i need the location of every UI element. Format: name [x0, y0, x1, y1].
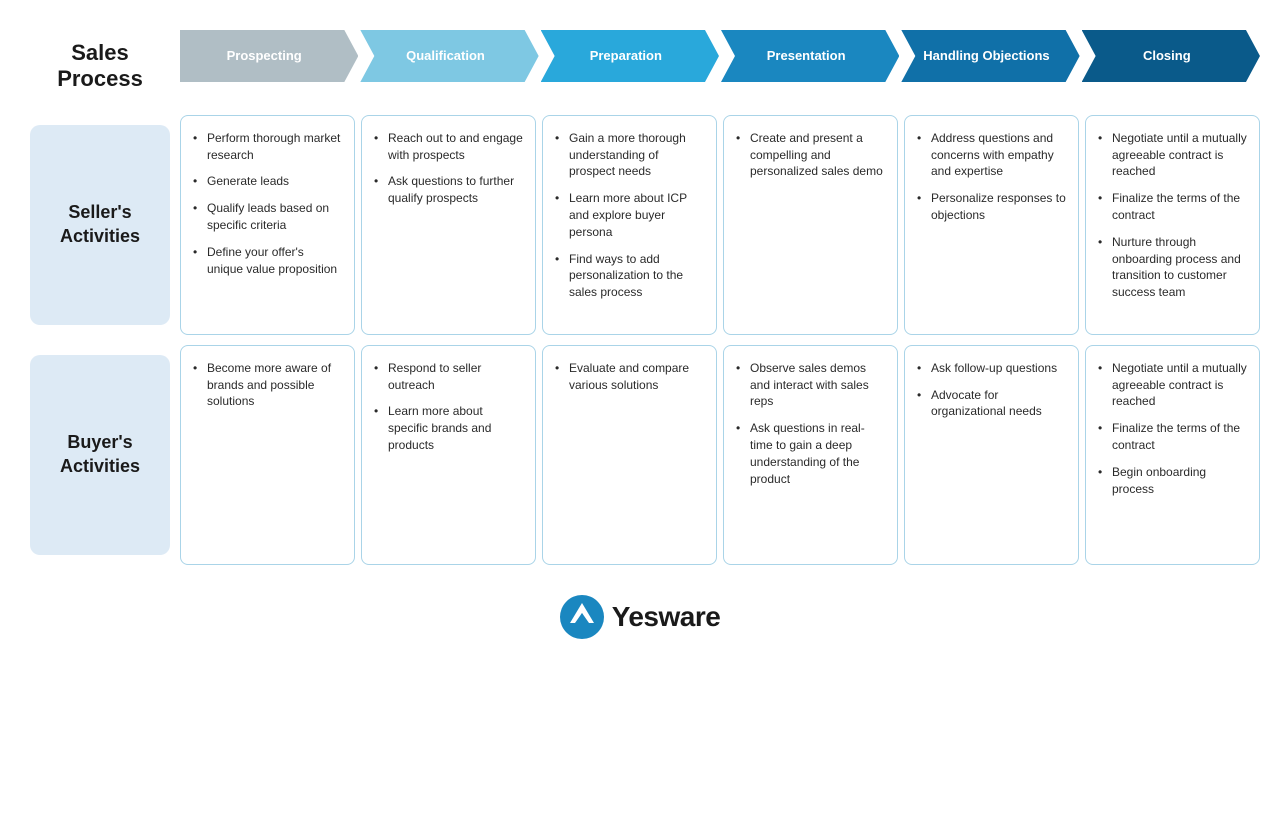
arrow-label-preparation: Preparation — [580, 48, 680, 64]
sellers-cell-closing: Negotiate until a mutually agreeable con… — [1085, 115, 1260, 335]
buyers-cell-prospecting: Become more aware of brands and possible… — [180, 345, 355, 565]
list-item: Define your offer's unique value proposi… — [193, 244, 342, 278]
list-item: Learn more about ICP and explore buyer p… — [555, 190, 704, 240]
list-item: Negotiate until a mutually agreeable con… — [1098, 130, 1247, 180]
sellers-row: Seller's Activities Perform thorough mar… — [20, 115, 1260, 335]
list-item: Advocate for organizational needs — [917, 387, 1066, 421]
sellers-list-closing: Negotiate until a mutually agreeable con… — [1098, 130, 1247, 301]
list-item: Ask questions in real-time to gain a dee… — [736, 420, 885, 487]
buyers-cell-closing: Negotiate until a mutually agreeable con… — [1085, 345, 1260, 565]
sales-process-label: Sales Process — [20, 30, 180, 103]
arrow-label-handling: Handling Objections — [913, 48, 1067, 64]
list-item: Generate leads — [193, 173, 342, 190]
list-item: Finalize the terms of the contract — [1098, 420, 1247, 454]
sellers-label-box: Seller's Activities — [30, 125, 170, 325]
sellers-cell-handling: Address questions and concerns with empa… — [904, 115, 1079, 335]
list-item: Perform thorough market research — [193, 130, 342, 164]
buyers-label-box: Buyer's Activities — [30, 355, 170, 555]
main-container: Sales Process Prospecting Qualification … — [20, 30, 1260, 639]
list-item: Personalize responses to objections — [917, 190, 1066, 224]
list-item: Become more aware of brands and possible… — [193, 360, 342, 410]
sellers-list-qualification: Reach out to and engage with prospects A… — [374, 130, 523, 207]
arrow-prospecting: Prospecting — [180, 30, 358, 82]
buyers-list-preparation: Evaluate and compare various solutions — [555, 360, 704, 394]
buyers-cell-preparation: Evaluate and compare various solutions — [542, 345, 717, 565]
list-item: Respond to seller outreach — [374, 360, 523, 394]
list-item: Ask questions to further qualify prospec… — [374, 173, 523, 207]
arrow-closing: Closing — [1082, 30, 1260, 82]
list-item: Create and present a compelling and pers… — [736, 130, 885, 180]
list-item: Observe sales demos and interact with sa… — [736, 360, 885, 410]
buyers-row: Buyer's Activities Become more aware of … — [20, 345, 1260, 565]
buyers-label-text: Buyer's Activities — [42, 431, 158, 478]
list-item: Gain a more thorough understanding of pr… — [555, 130, 704, 180]
footer: Yesware — [20, 595, 1260, 639]
list-item: Find ways to add personalization to the … — [555, 251, 704, 301]
buyers-list-prospecting: Become more aware of brands and possible… — [193, 360, 342, 410]
sellers-label-container: Seller's Activities — [20, 115, 180, 335]
arrow-preparation: Preparation — [541, 30, 719, 82]
sellers-cells: Perform thorough market research Generat… — [180, 115, 1260, 335]
list-item: Reach out to and engage with prospects — [374, 130, 523, 164]
sellers-cell-qualification: Reach out to and engage with prospects A… — [361, 115, 536, 335]
sellers-label-text: Seller's Activities — [42, 201, 158, 248]
list-item: Address questions and concerns with empa… — [917, 130, 1066, 180]
sellers-list-presentation: Create and present a compelling and pers… — [736, 130, 885, 180]
list-item: Negotiate until a mutually agreeable con… — [1098, 360, 1247, 410]
arrow-label-closing: Closing — [1133, 48, 1209, 64]
buyers-cell-handling: Ask follow-up questions Advocate for org… — [904, 345, 1079, 565]
arrow-label-qualification: Qualification — [396, 48, 503, 64]
buyers-list-closing: Negotiate until a mutually agreeable con… — [1098, 360, 1247, 498]
header-row: Sales Process Prospecting Qualification … — [20, 30, 1260, 103]
list-item: Evaluate and compare various solutions — [555, 360, 704, 394]
buyers-list-presentation: Observe sales demos and interact with sa… — [736, 360, 885, 488]
sellers-cell-presentation: Create and present a compelling and pers… — [723, 115, 898, 335]
yesware-brand-name: Yesware — [612, 601, 721, 633]
buyers-label-container: Buyer's Activities — [20, 345, 180, 565]
arrow-qualification: Qualification — [360, 30, 538, 82]
list-item: Qualify leads based on specific criteria — [193, 200, 342, 234]
arrow-handling: Handling Objections — [901, 30, 1079, 82]
buyers-list-qualification: Respond to seller outreach Learn more ab… — [374, 360, 523, 454]
arrow-label-prospecting: Prospecting — [219, 48, 320, 64]
list-item: Learn more about specific brands and pro… — [374, 403, 523, 453]
sellers-cell-preparation: Gain a more thorough understanding of pr… — [542, 115, 717, 335]
buyers-cells: Become more aware of brands and possible… — [180, 345, 1260, 565]
sellers-cell-prospecting: Perform thorough market research Generat… — [180, 115, 355, 335]
yesware-logo: Yesware — [560, 595, 721, 639]
buyers-cell-presentation: Observe sales demos and interact with sa… — [723, 345, 898, 565]
sellers-list-prospecting: Perform thorough market research Generat… — [193, 130, 342, 278]
sales-process-text: Sales Process — [30, 40, 170, 93]
arrows-row: Prospecting Qualification Preparation Pr… — [180, 30, 1260, 103]
list-item: Ask follow-up questions — [917, 360, 1066, 377]
list-item: Finalize the terms of the contract — [1098, 190, 1247, 224]
yesware-icon — [560, 595, 604, 639]
buyers-list-handling: Ask follow-up questions Advocate for org… — [917, 360, 1066, 420]
list-item: Nurture through onboarding process and t… — [1098, 234, 1247, 301]
sellers-list-handling: Address questions and concerns with empa… — [917, 130, 1066, 224]
sellers-list-preparation: Gain a more thorough understanding of pr… — [555, 130, 704, 301]
list-item: Begin onboarding process — [1098, 464, 1247, 498]
arrow-presentation: Presentation — [721, 30, 899, 82]
buyers-cell-qualification: Respond to seller outreach Learn more ab… — [361, 345, 536, 565]
arrow-label-presentation: Presentation — [757, 48, 864, 64]
